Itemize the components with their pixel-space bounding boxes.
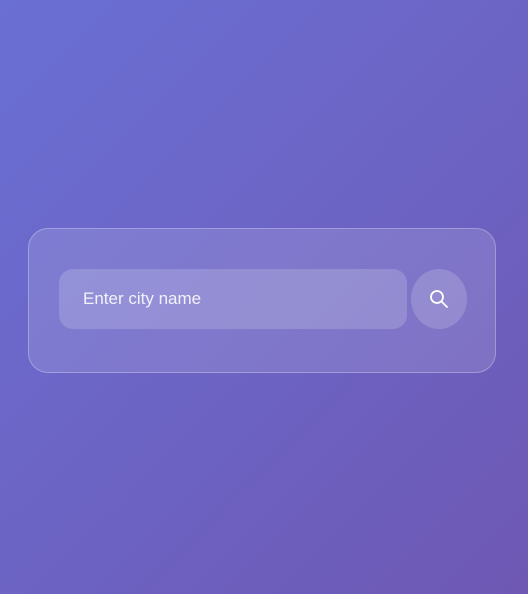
search-button[interactable]: [411, 269, 467, 329]
city-search-input[interactable]: [59, 269, 407, 329]
search-icon: [430, 290, 448, 308]
search-card: [28, 228, 496, 373]
